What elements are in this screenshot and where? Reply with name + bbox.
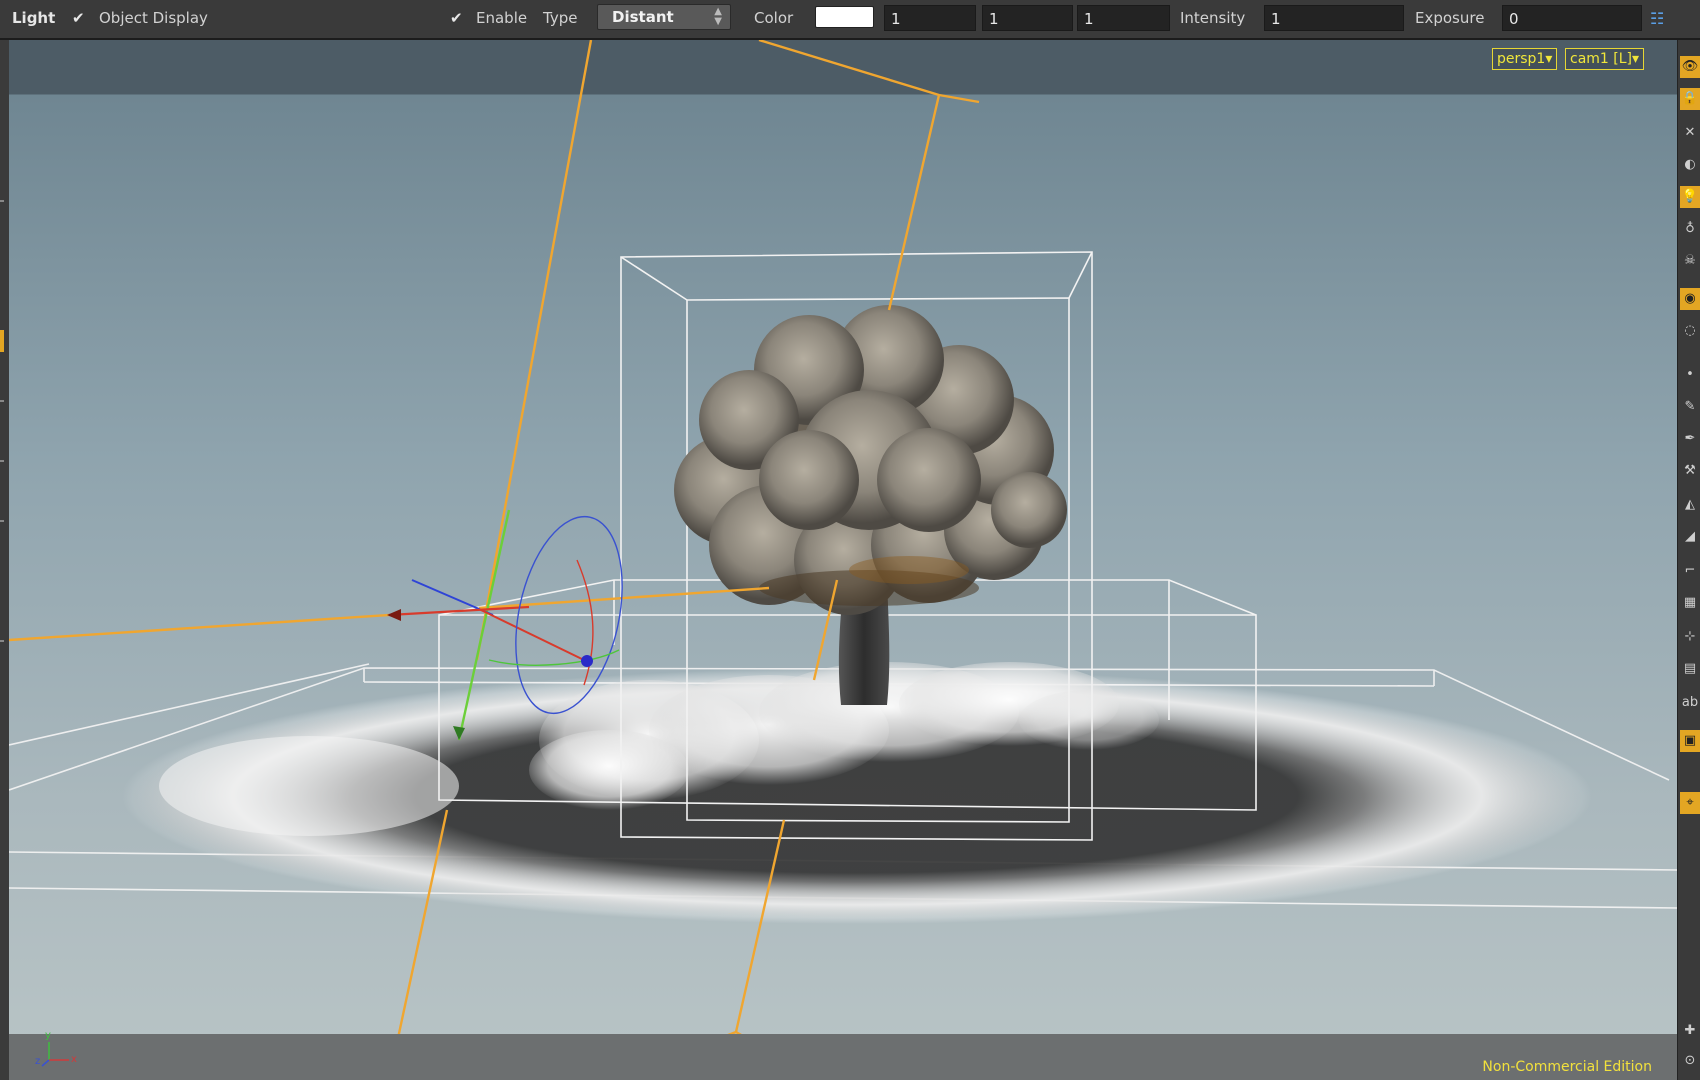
- left-edge-strip: [0, 40, 9, 1080]
- eye-icon[interactable]: ⊙: [1680, 1050, 1700, 1072]
- enable-checkbox[interactable]: ✔: [450, 10, 466, 26]
- view-menu[interactable]: cam1 [L]▾: [1565, 48, 1645, 70]
- light-type-value: Distant: [612, 8, 674, 26]
- ramp-icon[interactable]: ◢: [1680, 526, 1700, 548]
- light-parameter-toolbar: Light ✔ Object Display ✔ Enable Type Dis…: [0, 0, 1700, 40]
- left-strip-tick: [0, 200, 4, 202]
- enable-label: Enable: [476, 9, 528, 27]
- scene-viewport[interactable]: persp1▾ cam1 [L]▾ Non-Commercial Edition…: [9, 40, 1677, 1080]
- visibility-icon[interactable]: ◌: [1680, 320, 1700, 342]
- view-icon[interactable]: 👁: [1680, 56, 1700, 78]
- lock-icon[interactable]: 🔒: [1680, 88, 1700, 110]
- light-type-dropdown[interactable]: Distant ▲ ▼: [597, 4, 731, 30]
- brush-icon[interactable]: ✎: [1680, 396, 1700, 418]
- type-label: Type: [543, 9, 578, 27]
- transform-icon[interactable]: ⊹: [1680, 626, 1700, 648]
- left-strip-marker: [0, 330, 4, 352]
- object-display-checkbox[interactable]: ✔: [72, 10, 88, 26]
- ground-smoke-highlight: [159, 736, 459, 836]
- bulb-icon[interactable]: ♁: [1680, 218, 1700, 240]
- snap-icon[interactable]: ✕: [1680, 122, 1700, 144]
- axis-gizmo-lines: [41, 1042, 69, 1067]
- axis-x-label: x: [71, 1054, 77, 1065]
- scene-graphics: [9, 40, 1677, 1080]
- left-strip-tick: [0, 640, 4, 642]
- location-icon[interactable]: ⌖: [1680, 792, 1700, 814]
- corner-icon[interactable]: ⌐: [1680, 560, 1700, 582]
- intensity-field[interactable]: 1: [1264, 5, 1404, 31]
- exposure-field[interactable]: 0: [1502, 5, 1642, 31]
- left-strip-tick: [0, 400, 4, 402]
- camera-menu[interactable]: persp1▾: [1492, 48, 1558, 70]
- grid-icon[interactable]: ▦: [1680, 592, 1700, 614]
- light-icon[interactable]: 💡: [1680, 186, 1700, 208]
- exposure-label: Exposure: [1415, 9, 1485, 27]
- left-strip-tick: [0, 460, 4, 462]
- color-g-field[interactable]: 1: [982, 5, 1073, 31]
- pen-icon[interactable]: ✒: [1680, 428, 1700, 450]
- mushroom-cap: [674, 305, 1067, 615]
- plus-icon[interactable]: ✚: [1680, 1020, 1700, 1042]
- color-r-field[interactable]: 1: [884, 5, 976, 31]
- object-display-label: Object Display: [99, 9, 208, 27]
- shelf-icon[interactable]: ◭: [1680, 494, 1700, 516]
- color-b-field[interactable]: 1: [1077, 5, 1170, 31]
- axis-y-label: y: [45, 1030, 51, 1041]
- display-toolbar: 👁 🔒 ✕ ◐ 💡 ♁ ☠ ◉ ◌ • ✎ ✒ ⚒ ◭ ◢ ⌐ ▦ ⊹ ▤ ab…: [1677, 40, 1700, 1080]
- left-strip-tick: [0, 520, 4, 522]
- dropdown-arrows-icon: ▲ ▼: [714, 6, 722, 27]
- tool-icon[interactable]: ⚒: [1680, 460, 1700, 482]
- axis-orientation-gizmo: y z x: [35, 1030, 85, 1070]
- camera-icon[interactable]: ◉: [1680, 288, 1700, 310]
- axis-z-label: z: [35, 1056, 41, 1067]
- point-icon[interactable]: •: [1680, 364, 1700, 386]
- render-icon[interactable]: ▣: [1680, 730, 1700, 752]
- color-label: Color: [754, 9, 794, 27]
- skull-icon[interactable]: ☠: [1680, 250, 1700, 272]
- display-icon[interactable]: ◐: [1680, 154, 1700, 176]
- edition-label: Non-Commercial Edition: [1482, 1059, 1652, 1075]
- display-options-icon[interactable]: ☷: [1650, 8, 1674, 30]
- text-icon[interactable]: ab: [1680, 692, 1700, 714]
- material-icon[interactable]: ▤: [1680, 658, 1700, 680]
- viewport-status-bar: [9, 1034, 1677, 1080]
- operation-title: Light: [12, 9, 56, 27]
- color-swatch[interactable]: [815, 6, 874, 28]
- intensity-label: Intensity: [1180, 9, 1246, 27]
